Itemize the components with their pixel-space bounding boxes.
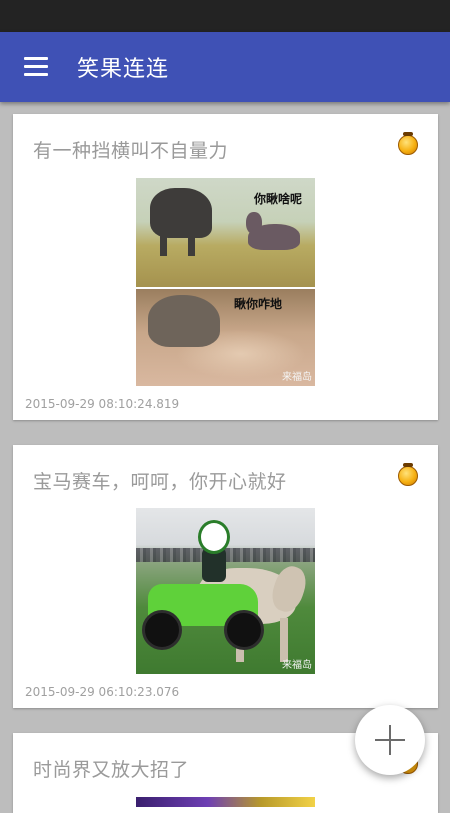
menu-line bbox=[24, 65, 48, 68]
post-card[interactable]: 有一种挡横叫不自量力 你瞅啥呢 瞅你咋地 来福岛 2015-09-29 08:1… bbox=[13, 114, 438, 420]
wheel-shape bbox=[224, 610, 264, 650]
add-post-button[interactable] bbox=[355, 705, 425, 775]
elephant-shape bbox=[148, 295, 220, 347]
post-title: 时尚界又放大招了 bbox=[33, 759, 190, 781]
watermark: 来福岛 bbox=[282, 372, 312, 383]
elephant-leg bbox=[160, 228, 167, 256]
menu-line bbox=[24, 73, 48, 76]
helmet-shape bbox=[198, 520, 230, 554]
elephant-leg bbox=[188, 228, 195, 256]
post-image[interactable]: 来福岛 bbox=[136, 508, 315, 674]
post-timestamp: 2015-09-29 06:10:23.076 bbox=[25, 685, 180, 699]
status-bar bbox=[0, 0, 450, 32]
app-bar: 笑果连连 bbox=[0, 32, 450, 102]
watermark: 来福岛 bbox=[282, 660, 312, 671]
medal-icon[interactable] bbox=[398, 463, 418, 486]
post-image[interactable] bbox=[136, 797, 315, 807]
hippo-shape bbox=[248, 224, 300, 250]
wheel-shape bbox=[142, 610, 182, 650]
image-caption: 瞅你咋地 bbox=[234, 297, 283, 311]
post-title: 宝马赛车，呵呵，你开心就好 bbox=[33, 471, 287, 493]
image-caption: 你瞅啥呢 bbox=[254, 192, 303, 206]
post-timestamp: 2015-09-29 08:10:24.819 bbox=[25, 397, 180, 411]
plus-icon bbox=[389, 725, 391, 755]
image-panel-top: 你瞅啥呢 bbox=[136, 178, 315, 287]
menu-line bbox=[24, 57, 48, 60]
post-card[interactable]: 宝马赛车，呵呵，你开心就好 来福岛 2015-09-29 06:10:23.07… bbox=[13, 445, 438, 708]
app-title: 笑果连连 bbox=[77, 57, 170, 82]
medal-icon[interactable] bbox=[398, 132, 418, 155]
menu-icon[interactable] bbox=[14, 45, 58, 89]
image-panel-bottom: 瞅你咋地 来福岛 bbox=[136, 289, 315, 386]
post-image[interactable]: 你瞅啥呢 瞅你咋地 来福岛 bbox=[136, 178, 315, 386]
post-title: 有一种挡横叫不自量力 bbox=[33, 140, 229, 162]
